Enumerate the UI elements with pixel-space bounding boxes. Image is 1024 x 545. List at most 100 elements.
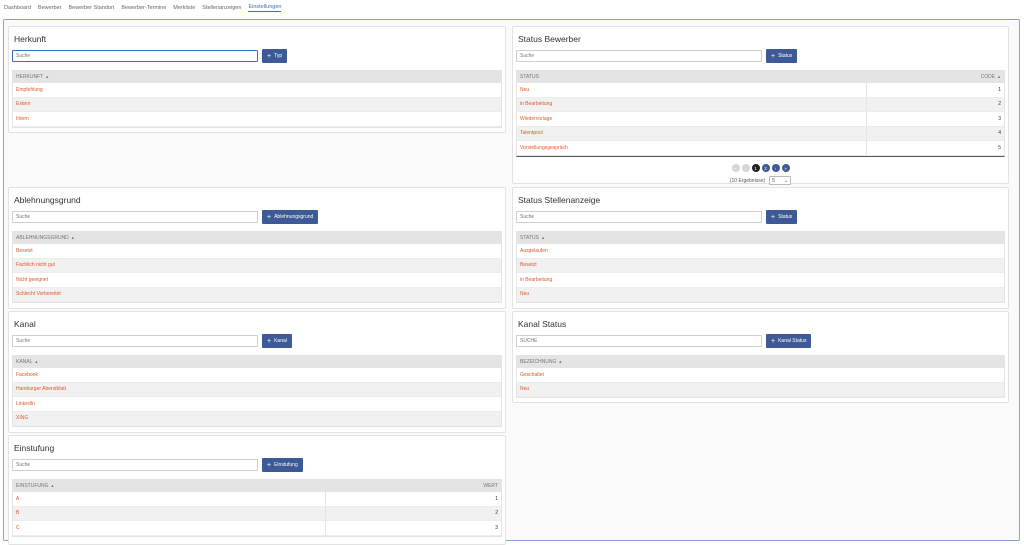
table-row[interactable]: Geschaltet: [517, 368, 1004, 383]
search-input[interactable]: [516, 50, 762, 62]
add-ablehnungsgrund-button[interactable]: + Ablehnungsgrund: [262, 210, 319, 224]
table-row[interactable]: Neu: [517, 287, 1004, 302]
button-label: Einstufung: [274, 462, 298, 468]
row-label: Besetzt: [16, 247, 33, 254]
last-page-icon[interactable]: »: [781, 164, 790, 172]
nav-merkliste[interactable]: Merkliste: [173, 4, 195, 12]
status-bewerber-table: STATUS CODE ▲ Neu 1 in Bearbeitung 2 Wiederv…: [516, 70, 1005, 157]
add-kanal-button[interactable]: + Kanal: [262, 334, 292, 348]
search-input[interactable]: [12, 459, 258, 471]
add-status-button[interactable]: + Status: [766, 49, 798, 63]
table-row[interactable]: Neu: [517, 382, 1004, 397]
table-row[interactable]: Besetzt: [517, 258, 1004, 273]
nav-einstellungen[interactable]: Einstellungen: [248, 3, 282, 12]
plus-icon: +: [267, 461, 272, 469]
table-row[interactable]: Fachlich nicht gut: [13, 258, 501, 273]
card-status-bewerber: Status Bewerber +Status STATUS CODE▲ Neu 1…: [512, 26, 1009, 185]
nav-dashboard[interactable]: Dashboard: [4, 4, 31, 12]
table-header[interactable]: EINSTUFUNG ▲ WERT: [13, 480, 501, 492]
table-row[interactable]: Nicht geeignet: [13, 273, 501, 288]
card-kanal-status: Kanal Status +Kanal Status BEZEICHNUNG▲ …: [512, 311, 1009, 403]
plus-icon: +: [267, 337, 272, 345]
column-header: ABLEHNUNGSGRUND: [16, 235, 69, 241]
search-input[interactable]: [12, 50, 258, 62]
column-header: BEZEICHNUNG: [520, 359, 557, 365]
add-kanal-status-button[interactable]: + Kanal Status: [766, 334, 812, 348]
search-input[interactable]: [516, 211, 762, 223]
row-value: 4: [866, 126, 1004, 140]
table-header[interactable]: STATUS CODE ▲: [517, 71, 1004, 83]
card-kanal: Kanal +Kanal KANAL▲ Facebook Hamburger A…: [8, 311, 506, 433]
search-input[interactable]: [12, 335, 258, 347]
table-row[interactable]: Extern: [13, 97, 501, 112]
row-label: Besetzt: [520, 262, 537, 269]
row-value: 2: [325, 506, 501, 520]
row-label: Talentpool: [520, 130, 543, 137]
table-row[interactable]: B2: [13, 506, 501, 521]
sort-icon: ▲: [558, 359, 563, 364]
table-row[interactable]: A1: [13, 492, 501, 507]
nav-bewerber-standort[interactable]: Bewerber Standort: [68, 4, 114, 12]
table-header[interactable]: HERKUNFT ▲: [13, 71, 501, 83]
table-row[interactable]: in Bearbeitung 2: [517, 97, 1004, 112]
table-row[interactable]: C3: [13, 521, 501, 536]
search-input[interactable]: [12, 211, 258, 223]
table-row[interactable]: Besetzt: [13, 244, 501, 259]
table-row[interactable]: Facebook: [13, 368, 501, 383]
table-row[interactable]: Intern: [13, 112, 501, 127]
table-header[interactable]: KANAL ▲: [13, 356, 501, 368]
row-label: Facebook: [16, 371, 38, 378]
card-title: Kanal: [14, 319, 36, 329]
sort-icon: ▲: [540, 235, 545, 240]
table-row[interactable]: Wiedervorlage 3: [517, 112, 1004, 127]
card-herkunft: Herkunft +Typ HERKUNFT▲ Empfehlung Exter…: [8, 26, 506, 133]
card-title: Herkunft: [14, 34, 47, 44]
pagination: « ‹ 1 2 › »: [513, 164, 1008, 172]
add-typ-button[interactable]: + Typ: [262, 49, 288, 63]
table-header[interactable]: STATUS ▲: [517, 232, 1004, 244]
kanal-status-table: BEZEICHNUNG ▲ Geschaltet Neu: [516, 355, 1005, 398]
row-label: B: [16, 510, 20, 517]
table-row[interactable]: Empfehlung: [13, 83, 501, 98]
card-title: Ablehnungsgrund: [14, 195, 81, 205]
column-header: STATUS: [520, 74, 539, 80]
table-header[interactable]: ABLEHNUNGSGRUND ▲: [13, 232, 501, 244]
nav-bewerber[interactable]: Bewerber: [38, 4, 62, 12]
nav-stellenanzeigen[interactable]: Stellenanzeigen: [202, 4, 241, 12]
ablehnungsgrund-table: ABLEHNUNGSGRUND ▲ Besetzt Fachlich nicht …: [12, 231, 502, 303]
table-row[interactable]: XING: [13, 411, 501, 426]
row-label: Geschaltet: [520, 371, 544, 378]
table-row[interactable]: LinkedIn: [13, 397, 501, 412]
prev-page-icon[interactable]: ‹: [741, 164, 750, 172]
row-label: LinkedIn: [16, 400, 35, 407]
page-button[interactable]: 2: [761, 164, 770, 172]
row-label: Nicht geeignet: [16, 276, 48, 283]
sort-icon: ▲: [997, 74, 1001, 79]
plus-icon: +: [267, 52, 272, 60]
add-status-button[interactable]: + Status: [766, 210, 798, 224]
first-page-icon[interactable]: «: [731, 164, 740, 172]
table-row[interactable]: Hamburger Abendblatt: [13, 382, 501, 397]
table-row[interactable]: in Bearbeitung: [517, 273, 1004, 288]
table-row[interactable]: Schlecht Vorbereitet: [13, 287, 501, 302]
row-value: 1: [866, 83, 1004, 97]
page-button[interactable]: 1: [751, 164, 760, 172]
table-header[interactable]: BEZEICHNUNG ▲: [517, 356, 1004, 368]
settings-content: Herkunft +Typ HERKUNFT▲ Empfehlung Exter…: [3, 19, 1020, 545]
next-page-icon[interactable]: ›: [771, 164, 780, 172]
sort-icon: ▲: [45, 74, 50, 79]
table-row[interactable]: Ausgelaufen: [517, 244, 1004, 259]
add-einstufung-button[interactable]: + Einstufung: [262, 458, 303, 472]
status-stellenanzeige-table: STATUS ▲ Ausgelaufen Besetzt in Bearbeitu…: [516, 231, 1005, 303]
row-label: Extern: [16, 101, 31, 108]
nav-bewerber-termine[interactable]: Bewerber-Termine: [121, 4, 166, 12]
table-row[interactable]: Neu 1: [517, 83, 1004, 98]
top-navigation: Dashboard Bewerber Bewerber Standort Bew…: [0, 0, 1024, 15]
table-row[interactable]: Vorstellungsgespräch 5: [517, 141, 1004, 156]
page-size-select[interactable]: 5 ⌄: [769, 176, 792, 185]
table-row[interactable]: Talentpool 4: [517, 126, 1004, 141]
search-input[interactable]: [516, 335, 762, 347]
button-label: Status: [778, 53, 793, 59]
row-label: in Bearbeitung: [520, 276, 553, 283]
card-title: Kanal Status: [518, 319, 567, 329]
